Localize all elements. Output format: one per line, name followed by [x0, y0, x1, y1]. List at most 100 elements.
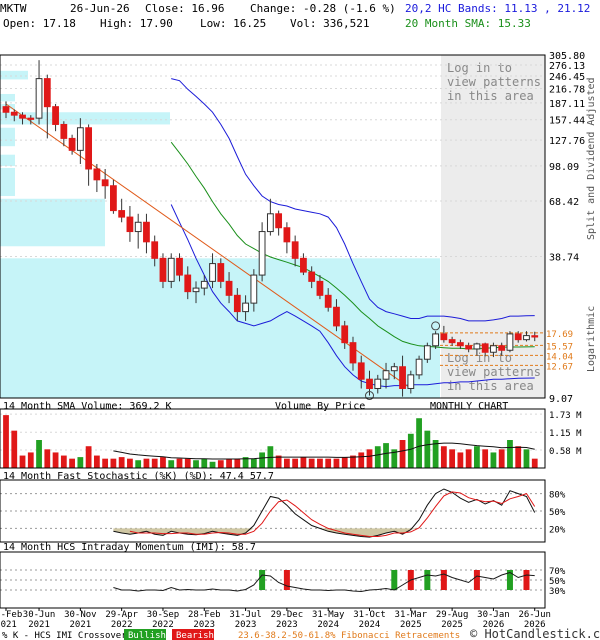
- crossover-marker: [259, 570, 266, 590]
- candle: [382, 370, 390, 380]
- candle: [374, 378, 382, 389]
- fib-label: 14.04: [546, 352, 573, 362]
- candle: [101, 179, 109, 187]
- volume-bar: [399, 440, 406, 468]
- volume-bar: [193, 460, 199, 468]
- candle: [357, 362, 365, 380]
- candle: [217, 263, 225, 282]
- volume-by-price-bar: [0, 70, 28, 80]
- volume-bar: [482, 449, 489, 468]
- volume-bar: [465, 449, 472, 468]
- watermark: © HotCandlestick.com: [470, 627, 600, 640]
- candle: [407, 374, 415, 389]
- volume-bar: [366, 449, 373, 468]
- volume-bar: [259, 452, 265, 468]
- candle: [126, 216, 134, 233]
- candle: [19, 114, 26, 119]
- volume-by-price-bar: [0, 198, 105, 247]
- overlay-text: in this area: [447, 379, 534, 393]
- candle: [440, 333, 448, 341]
- crossover-marker: [473, 570, 480, 590]
- price-tick-label: 127.76: [549, 136, 585, 147]
- volume-bar: [523, 449, 530, 468]
- x-tick-year: 2022: [111, 620, 133, 630]
- price-tick-label: 216.78: [549, 85, 585, 96]
- volume-bar: [234, 458, 241, 468]
- volume-bar: [69, 458, 75, 468]
- volume-bar: [292, 458, 299, 468]
- stochastic-tick-label: 80%: [549, 491, 566, 501]
- fib-label: 17.69: [546, 330, 573, 340]
- fib-label: 12.67: [546, 362, 573, 372]
- momentum-tick-label: 50%: [549, 577, 566, 587]
- price-tick-label: 98.09: [549, 162, 579, 173]
- volume-bar: [383, 443, 389, 468]
- volume-bar: [110, 458, 117, 468]
- candle: [43, 78, 51, 108]
- stochastic-tick-label: 50%: [549, 508, 566, 518]
- price-tick-label: 187.11: [549, 99, 585, 110]
- x-tick-label: 26-Jun: [518, 610, 551, 620]
- candle: [531, 335, 539, 338]
- x-tick-label: 28-Feb: [188, 610, 221, 620]
- candle: [366, 378, 373, 389]
- volume-bar: [143, 458, 150, 468]
- stochastic-tick-label: 20%: [549, 525, 566, 535]
- candle: [176, 257, 183, 276]
- volume-bar: [36, 440, 42, 468]
- x-tick-label: 31-Jul: [229, 610, 262, 620]
- volume-bar: [217, 460, 224, 468]
- candle: [423, 345, 431, 360]
- x-tick-label: 31-Mar: [395, 610, 428, 620]
- candle: [448, 339, 456, 344]
- x-tick-year: 2021: [70, 620, 92, 630]
- volume-bar: [44, 449, 51, 468]
- x-tick-label: 30-Jan: [477, 610, 510, 620]
- y-axis-label: Split and Dividend Adjusted: [586, 77, 597, 240]
- candle: [242, 302, 249, 313]
- volume-by-price-bar: [0, 93, 15, 102]
- volume-bar: [77, 457, 84, 468]
- candle: [35, 78, 43, 119]
- overlay-text: view patterns: [447, 75, 541, 89]
- candle: [266, 213, 274, 233]
- crossover-marker: [440, 570, 447, 590]
- candle: [349, 342, 357, 364]
- candle: [2, 106, 10, 113]
- volume-bar: [531, 458, 538, 468]
- chart-title: MONTHLY CHART: [430, 401, 508, 412]
- crossover-marker: [391, 570, 398, 590]
- x-tick-year: 2022: [152, 620, 174, 630]
- volume-bar: [176, 458, 183, 468]
- candle: [283, 227, 291, 243]
- volume-tick-label: 1.73 M: [549, 411, 582, 421]
- stock-chart: Log in toview patternsin this areaLog in…: [0, 51, 600, 640]
- candle: [399, 366, 406, 389]
- crossover-marker: [283, 570, 290, 590]
- volume-bar: [507, 440, 513, 468]
- volume-bar: [209, 461, 216, 468]
- volume-bar: [201, 458, 208, 468]
- candle: [143, 221, 150, 243]
- candle: [93, 168, 101, 181]
- volume-bar: [407, 433, 414, 468]
- x-tick-year: 2025: [441, 620, 463, 630]
- momentum-label: 14 Month HCS Intraday Momentum (IMI): 58…: [3, 542, 256, 553]
- momentum-tick-label: 30%: [549, 587, 566, 597]
- candle: [514, 333, 522, 341]
- candle: [300, 257, 307, 273]
- volume-bar: [490, 452, 497, 468]
- price-tick-label: 68.42: [549, 197, 579, 208]
- candle: [473, 343, 481, 350]
- crossover-marker: [523, 570, 530, 590]
- x-tick-label: 30-Nov: [64, 610, 97, 620]
- candle: [225, 280, 233, 296]
- candle: [523, 335, 530, 341]
- x-tick-year: 2024: [317, 620, 339, 630]
- price-tick-label: 9.07: [549, 394, 573, 405]
- volume-bar: [474, 446, 480, 468]
- candle: [85, 127, 93, 170]
- x-tick-label: 29-Aug: [436, 610, 469, 620]
- candle: [27, 117, 35, 120]
- candle: [291, 241, 299, 259]
